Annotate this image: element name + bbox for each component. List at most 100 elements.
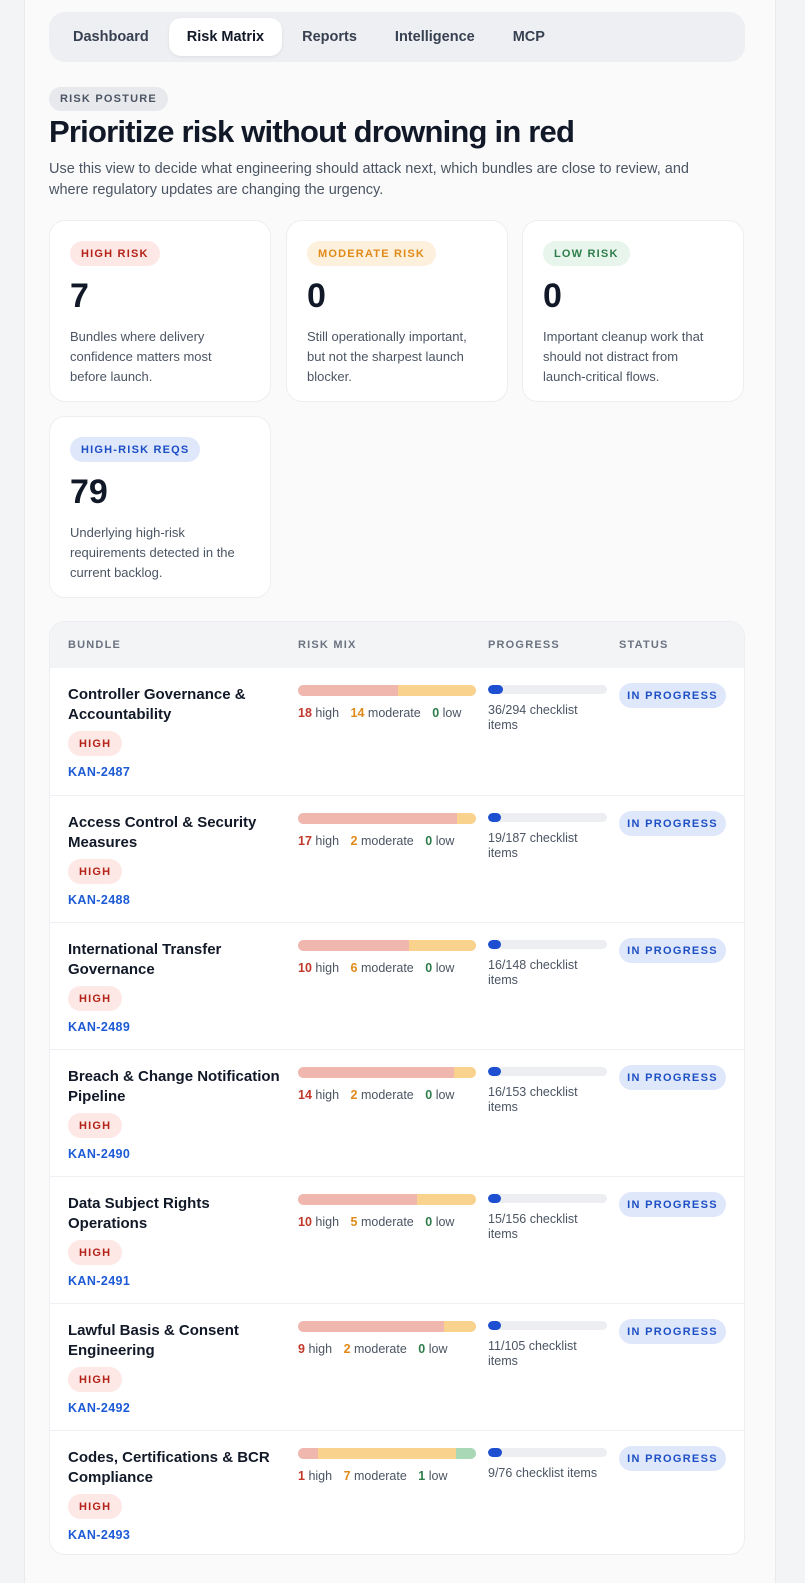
risk-mix-bar — [298, 1448, 476, 1459]
risk-mix-moderate-segment — [453, 1067, 476, 1078]
progress-text: 19/187 checklist items — [488, 831, 578, 860]
bundle-name[interactable]: Breach & Change Notification Pipeline — [68, 1067, 290, 1107]
risk-mix-bar — [298, 1067, 476, 1078]
high-label: high — [308, 1469, 333, 1483]
table-row[interactable]: Data Subject Rights Operations HIGH KAN-… — [50, 1176, 744, 1303]
table-row[interactable]: Codes, Certifications & BCR Compliance H… — [50, 1430, 744, 1554]
risk-mix-moderate-segment — [398, 685, 476, 696]
risk-mix-high-segment — [298, 685, 399, 696]
bundle-name[interactable]: Lawful Basis & Consent Engineering — [68, 1321, 290, 1361]
bundle-name[interactable]: Controller Governance & Accountability — [68, 685, 290, 725]
ticket-key-link[interactable]: KAN-2492 — [68, 1401, 130, 1415]
table-row[interactable]: Breach & Change Notification Pipeline HI… — [50, 1049, 744, 1176]
card-description: Still operationally important, but not t… — [307, 329, 467, 384]
tab-intelligence[interactable]: Intelligence — [377, 18, 493, 56]
table-row[interactable]: Lawful Basis & Consent Engineering HIGH … — [50, 1303, 744, 1430]
high-label: high — [315, 706, 340, 720]
ticket-key-link[interactable]: KAN-2489 — [68, 1020, 130, 1034]
column-header-bundle[interactable]: BUNDLE — [68, 639, 121, 651]
card-label: HIGH RISK — [70, 241, 160, 266]
low-label: low — [428, 1342, 448, 1356]
risk-level-badge: HIGH — [68, 986, 123, 1011]
progress-bar — [488, 1321, 607, 1330]
risk-level-badge: HIGH — [68, 1367, 123, 1392]
status-badge: IN PROGRESS — [619, 811, 726, 836]
status-badge: IN PROGRESS — [619, 1319, 726, 1344]
low-label: low — [442, 706, 462, 720]
high-label: high — [315, 1215, 340, 1229]
low-label: low — [435, 834, 455, 848]
low-count: 0 — [425, 834, 433, 848]
summary-card-low-risk: LOW RISK 0 Important cleanup work that s… — [522, 220, 744, 402]
low-count: 0 — [425, 1088, 433, 1102]
bundle-name[interactable]: Data Subject Rights Operations — [68, 1194, 290, 1234]
tab-reports[interactable]: Reports — [284, 18, 375, 56]
tab-mcp[interactable]: MCP — [495, 18, 563, 56]
moderate-label: moderate — [360, 834, 414, 848]
ticket-key-link[interactable]: KAN-2491 — [68, 1274, 130, 1288]
column-header-status[interactable]: STATUS — [619, 639, 669, 651]
risk-mix-high-segment — [298, 1067, 454, 1078]
table-row[interactable]: International Transfer Governance HIGH K… — [50, 922, 744, 1049]
tab-risk-matrix[interactable]: Risk Matrix — [168, 18, 283, 56]
progress-text: 9/76 checklist items — [488, 1466, 598, 1480]
progress-bar-fill — [488, 1321, 501, 1330]
bundle-name[interactable]: International Transfer Governance — [68, 940, 290, 980]
progress-bar — [488, 1194, 607, 1203]
progress-bar-fill — [488, 1194, 501, 1203]
risk-mix-high-segment — [298, 1194, 417, 1205]
status-badge: IN PROGRESS — [619, 938, 726, 963]
progress-bar-fill — [488, 1067, 501, 1076]
high-count: 14 — [298, 1088, 312, 1102]
high-count: 18 — [298, 706, 312, 720]
progress-bar — [488, 813, 607, 822]
status-badge: IN PROGRESS — [619, 1192, 726, 1217]
risk-mix-counts: 1 high 7 moderate 1 low — [298, 1469, 448, 1483]
risk-mix-high-segment — [298, 1321, 444, 1332]
ticket-key-link[interactable]: KAN-2490 — [68, 1147, 130, 1161]
ticket-key-link[interactable]: KAN-2488 — [68, 893, 130, 907]
bundle-name[interactable]: Codes, Certifications & BCR Compliance — [68, 1448, 290, 1488]
risk-mix-low-segment — [456, 1448, 476, 1459]
progress-text: 15/156 checklist items — [488, 1212, 578, 1241]
risk-level-badge: HIGH — [68, 1240, 123, 1265]
moderate-count: 7 — [343, 1469, 351, 1483]
risk-mix-counts: 18 high 14 moderate 0 low — [298, 706, 461, 720]
summary-card-moderate-risk: MODERATE RISK 0 Still operationally impo… — [286, 220, 508, 402]
risk-level-badge: HIGH — [68, 1494, 123, 1519]
ticket-key-link[interactable]: KAN-2493 — [68, 1528, 130, 1542]
card-label: HIGH-RISK REQS — [70, 437, 201, 462]
risk-mix-moderate-segment — [409, 940, 476, 951]
ticket-key-link[interactable]: KAN-2487 — [68, 765, 130, 779]
risk-mix-counts: 17 high 2 moderate 0 low — [298, 834, 454, 848]
risk-mix-bar — [298, 685, 476, 696]
progress-text: 36/294 checklist items — [488, 703, 578, 732]
page-subtitle: Use this view to decide what engineering… — [49, 161, 689, 198]
moderate-count: 14 — [350, 706, 365, 720]
bundle-name[interactable]: Access Control & Security Measures — [68, 813, 290, 853]
risk-mix-high-segment — [298, 940, 410, 951]
column-header-risk-mix[interactable]: RISK MIX — [298, 639, 357, 651]
low-label: low — [435, 1215, 455, 1229]
progress-bar — [488, 685, 607, 694]
moderate-label: moderate — [354, 1469, 407, 1483]
tab-dashboard[interactable]: Dashboard — [55, 18, 167, 56]
high-count: 10 — [298, 1215, 312, 1229]
status-badge: IN PROGRESS — [619, 1065, 726, 1090]
risk-mix-counts: 14 high 2 moderate 0 low — [298, 1088, 454, 1102]
progress-bar-fill — [488, 685, 503, 694]
table-row[interactable]: Access Control & Security Measures HIGH … — [50, 795, 744, 922]
risk-mix-bar — [298, 940, 476, 951]
moderate-label: moderate — [367, 706, 421, 720]
risk-mix-high-segment — [298, 1448, 318, 1459]
low-count: 1 — [418, 1469, 426, 1483]
low-label: low — [435, 961, 455, 975]
column-header-progress[interactable]: PROGRESS — [488, 639, 560, 651]
progress-text: 16/148 checklist items — [488, 958, 578, 987]
progress-bar — [488, 1067, 607, 1076]
moderate-label: moderate — [360, 1088, 414, 1102]
table-row[interactable]: Controller Governance & Accountability H… — [50, 668, 744, 795]
low-count: 0 — [425, 961, 433, 975]
page-title: Prioritize risk without drowning in red — [49, 114, 575, 149]
status-badge: IN PROGRESS — [619, 683, 726, 708]
